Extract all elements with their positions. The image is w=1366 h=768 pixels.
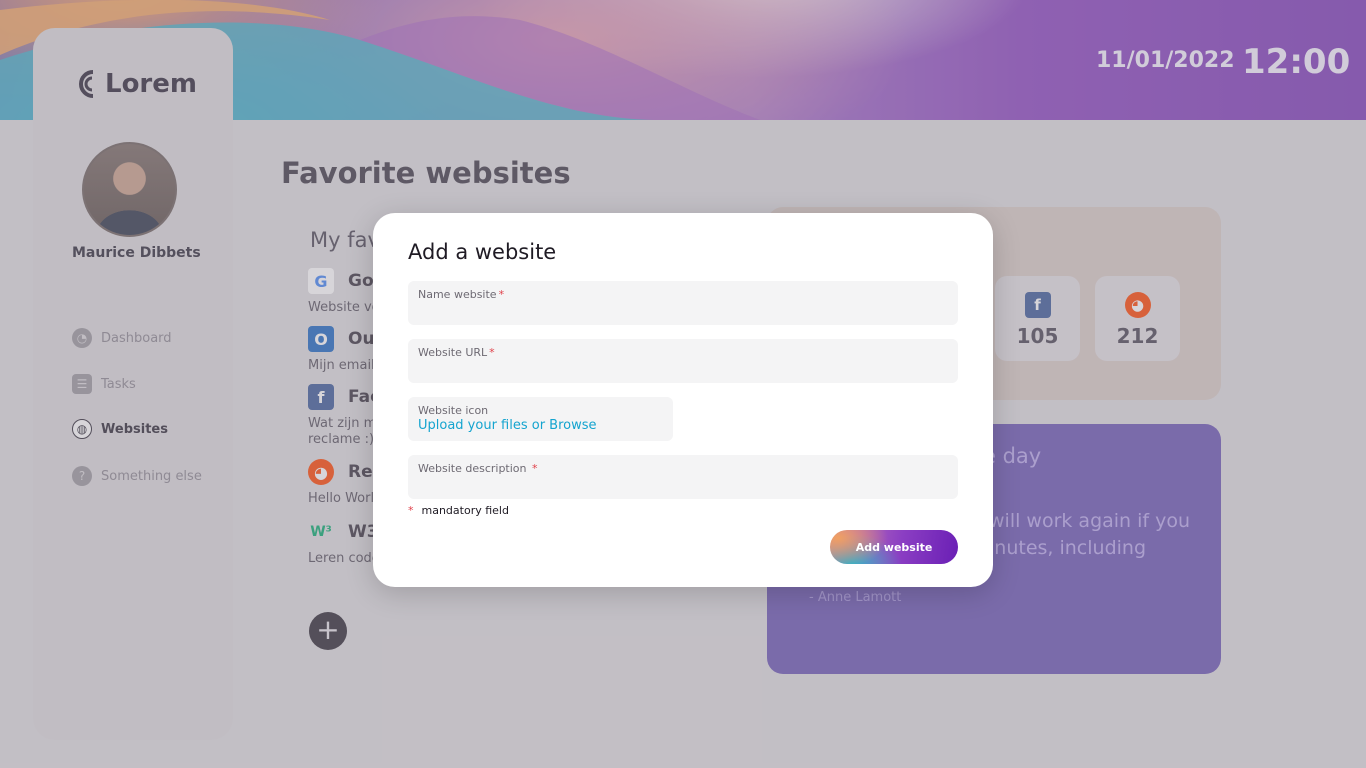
- field-label: Website icon: [418, 404, 489, 417]
- name-website-field[interactable]: Name website *: [408, 281, 958, 325]
- modal-title: Add a website: [408, 240, 557, 264]
- website-url-field[interactable]: Website URL *: [408, 339, 958, 383]
- add-website-button[interactable]: Add website: [830, 530, 958, 564]
- website-description-field[interactable]: Website description *: [408, 455, 958, 499]
- upload-link[interactable]: Upload your files or Browse: [418, 418, 597, 433]
- field-label: Name website *: [418, 288, 505, 301]
- website-description-input[interactable]: [418, 477, 913, 493]
- name-website-input[interactable]: [418, 303, 913, 319]
- add-website-modal: Add a website Name website * Website URL *…: [373, 213, 993, 587]
- mandatory-note: * mandatory field: [408, 504, 509, 517]
- website-url-input[interactable]: [418, 361, 913, 377]
- website-icon-field[interactable]: Website icon Upload your files or Browse: [408, 397, 673, 441]
- field-label: Website description *: [418, 462, 538, 475]
- field-label: Website URL *: [418, 346, 495, 359]
